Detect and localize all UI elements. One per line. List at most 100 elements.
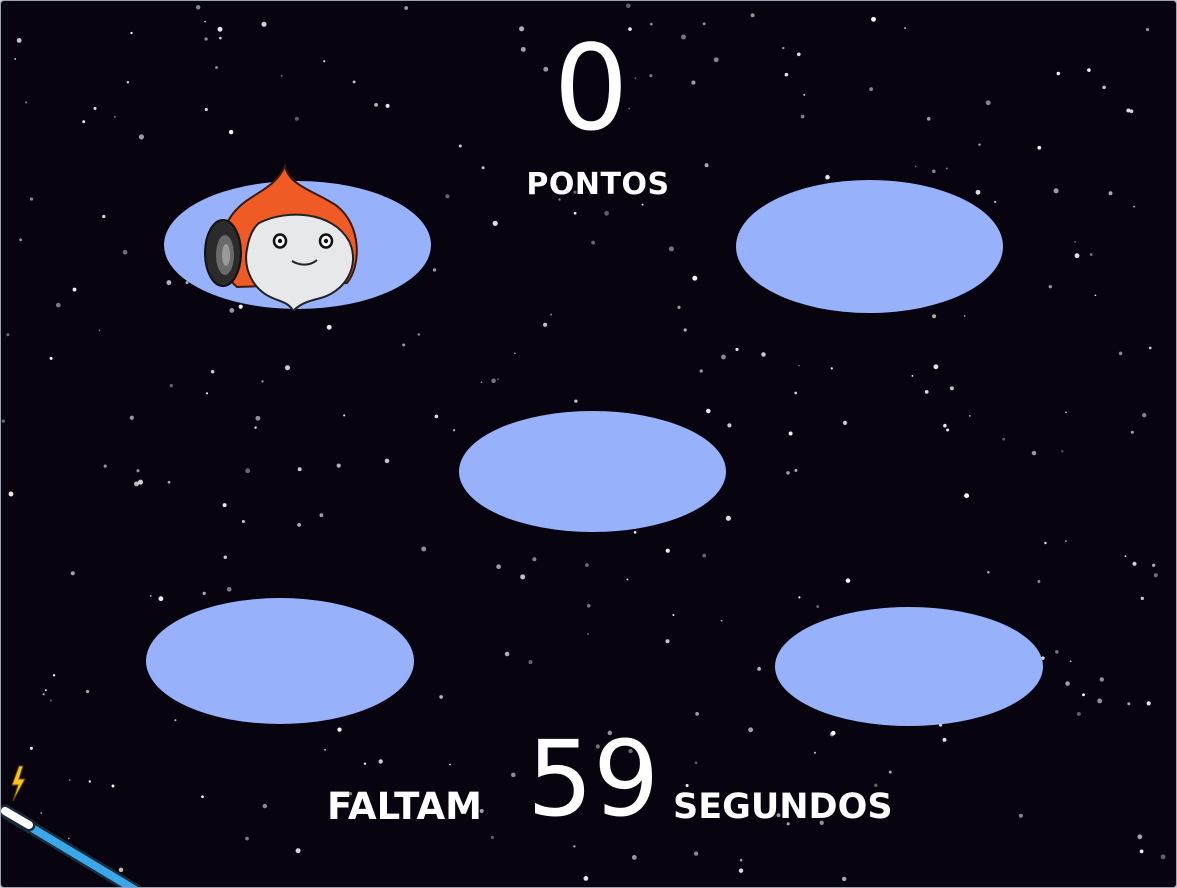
star [458,144,462,148]
star [704,163,709,168]
star [784,72,789,77]
star [1145,27,1150,32]
star [1139,849,1144,854]
star [215,66,218,69]
star [261,380,264,383]
star [169,384,173,388]
star [98,329,101,332]
star [449,763,451,766]
star [496,564,501,570]
star [626,578,629,581]
star [949,386,954,391]
star [1053,188,1059,194]
star [1055,650,1059,654]
star [1065,411,1067,414]
star [831,730,836,736]
star [1132,561,1137,566]
star [794,468,798,472]
star [761,352,766,357]
orange-hooded-ghost-icon[interactable] [197,161,367,311]
star [103,464,107,468]
star [44,689,47,692]
star [93,106,97,110]
star [914,165,917,168]
star [262,803,268,809]
star [245,836,249,841]
star [1146,701,1151,706]
star [1142,413,1147,418]
star [583,875,589,881]
star [1094,294,1097,297]
star [520,574,526,580]
magic-wand-icon[interactable] [1,761,141,888]
star [222,503,227,508]
star [841,876,847,882]
game-stage[interactable]: 0 PONTOS FALTAM 59 SEGUNDOS [0,0,1177,888]
star [324,748,326,751]
hole-bottom-left[interactable] [146,598,414,724]
timer-value: 59 [527,718,660,840]
star [587,604,591,608]
star [497,378,499,381]
star [683,328,687,332]
star [702,22,706,26]
star [1152,563,1156,567]
star [8,491,14,497]
star [782,46,785,50]
star [794,391,798,395]
star [16,37,22,43]
star [800,114,805,119]
star [102,214,106,219]
star [738,868,744,873]
star [174,719,177,722]
star [402,343,406,347]
star [975,189,981,195]
star [694,761,698,765]
star [72,287,77,292]
star [932,314,937,319]
star [1160,854,1166,860]
star [550,313,553,316]
star [739,858,743,862]
star [888,770,892,774]
star [748,727,754,733]
star [167,480,171,484]
star [514,352,516,355]
star [1140,596,1144,601]
star [528,660,533,665]
star [1018,813,1023,818]
star [352,80,356,84]
star [702,553,707,558]
star [1097,698,1103,704]
star [490,835,494,840]
hole-bottom-right[interactable] [775,607,1043,726]
star [337,727,342,732]
star [871,16,876,22]
star [842,420,848,426]
star [480,381,483,384]
hole-top-right[interactable] [736,180,1003,313]
star [245,468,251,474]
star [49,356,53,360]
hole-center[interactable] [459,411,726,532]
star [55,302,61,308]
star [1124,555,1127,558]
star [987,571,990,574]
star [113,115,116,118]
star [1,419,5,423]
star [677,305,681,309]
star [439,695,443,699]
star [319,513,324,518]
star [384,458,390,464]
star [136,469,140,473]
star [735,347,739,351]
star [504,651,510,657]
star [706,408,711,414]
star [445,194,450,199]
star [1126,108,1131,113]
star [695,712,699,716]
star [285,365,290,371]
star [604,210,609,216]
star [786,471,790,475]
star [750,13,755,18]
